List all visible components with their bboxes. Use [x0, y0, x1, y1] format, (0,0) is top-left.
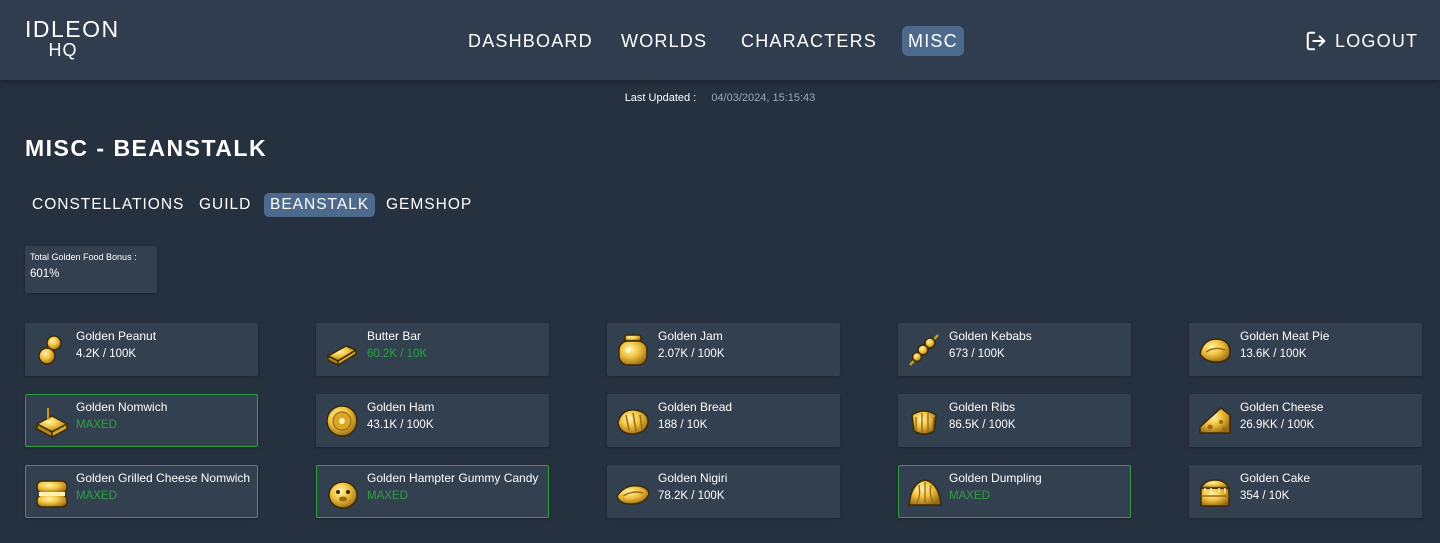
- food-amount: 86.5K / 100K: [949, 419, 1016, 431]
- food-name: Golden Ham: [367, 400, 435, 414]
- jam-jar-icon: [618, 334, 648, 366]
- ham-icon: [326, 405, 358, 437]
- nigiri-icon: [616, 484, 650, 505]
- food-name: Butter Bar: [367, 329, 422, 343]
- kebab-icon: [909, 334, 939, 366]
- bonus-label: Total Golden Food Bonus :: [30, 252, 137, 262]
- golden-food-bonus-card: Total Golden Food Bonus : 601%: [25, 246, 157, 293]
- food-name: Golden Peanut: [76, 329, 157, 343]
- food-card-golden-cake[interactable]: Golden Cake 354 / 10K: [1189, 465, 1422, 518]
- food-card-golden-nomwich[interactable]: Golden Nomwich MAXED: [25, 394, 258, 447]
- food-card-golden-dumpling[interactable]: Golden Dumpling MAXED: [898, 465, 1131, 518]
- food-name: Golden Bread: [658, 400, 733, 414]
- food-name: Golden Kebabs: [949, 329, 1032, 343]
- food-amount: MAXED: [76, 490, 117, 502]
- food-name: Golden Dumpling: [949, 471, 1042, 485]
- food-card-golden-jam[interactable]: Golden Jam 2.07K / 100K: [607, 323, 840, 376]
- food-name: Golden Cake: [1240, 471, 1311, 485]
- food-amount: 673 / 100K: [949, 348, 1005, 360]
- food-amount: 2.07K / 100K: [658, 348, 725, 360]
- food-amount: 78.2K / 100K: [658, 490, 725, 502]
- tab-guild[interactable]: GUILD: [193, 193, 257, 217]
- food-card-golden-ribs[interactable]: Golden Ribs 86.5K / 100K: [898, 394, 1131, 447]
- logout-icon: [1306, 31, 1326, 51]
- last-updated-label: Last Updated :: [624, 92, 697, 104]
- food-card-golden-peanut[interactable]: Golden Peanut 4.2K / 100K: [25, 323, 258, 376]
- food-name: Golden Nomwich: [76, 400, 168, 414]
- peanut-icon: [38, 335, 62, 365]
- food-amount: 4.2K / 100K: [76, 348, 137, 360]
- food-card-butter-bar[interactable]: Butter Bar 60.2K / 10K: [316, 323, 549, 376]
- food-name: Golden Cheese: [1240, 400, 1324, 414]
- ribs-icon: [911, 410, 937, 435]
- meat-pie-icon: [1199, 338, 1231, 363]
- nav-misc[interactable]: MISC: [902, 26, 964, 56]
- bread-icon: [617, 409, 649, 435]
- food-amount: 13.6K / 100K: [1240, 348, 1307, 360]
- food-card-golden-kebabs[interactable]: Golden Kebabs 673 / 100K: [898, 323, 1131, 376]
- nav-characters[interactable]: CHARACTERS: [735, 26, 883, 56]
- tab-beanstalk[interactable]: BEANSTALK: [264, 193, 376, 217]
- nav-worlds[interactable]: WORLDS: [615, 26, 713, 56]
- logout-label: LOGOUT: [1335, 30, 1419, 51]
- food-amount: 26.9KK / 100K: [1240, 419, 1315, 431]
- food-card-golden-ham[interactable]: Golden Ham 43.1K / 100K: [316, 394, 549, 447]
- cake-icon: [1199, 479, 1231, 507]
- food-card-golden-cheese[interactable]: Golden Cheese 26.9KK / 100K: [1189, 394, 1422, 447]
- page-title: MISC - BEANSTALK: [25, 135, 268, 161]
- bonus-value: 601%: [30, 268, 60, 280]
- food-name: Golden Grilled Cheese Nomwich: [76, 471, 251, 485]
- last-updated: Last Updated : 04/03/2024, 15:15:43: [0, 92, 1440, 104]
- nav-dashboard[interactable]: DASHBOARD: [462, 26, 599, 56]
- top-navigation-bar: IDLEON HQ DASHBOARD WORLDS CHARACTERS MI…: [0, 0, 1440, 80]
- food-name: Golden Jam: [658, 329, 723, 343]
- food-card-golden-hampter-gummy-candy[interactable]: Golden Hampter Gummy Candy MAXED: [316, 465, 549, 518]
- tab-constellations[interactable]: CONSTELLATIONS: [26, 193, 190, 217]
- food-card-golden-grilled-cheese-nomwich[interactable]: Golden Grilled Cheese Nomwich MAXED: [25, 465, 258, 518]
- food-amount: 188 / 10K: [658, 419, 708, 431]
- logout-button[interactable]: LOGOUT: [1305, 29, 1418, 53]
- dumpling-icon: [908, 479, 942, 506]
- grilled-cheese-icon: [36, 480, 68, 508]
- food-name: Golden Meat Pie: [1240, 329, 1330, 343]
- food-card-golden-meat-pie[interactable]: Golden Meat Pie 13.6K / 100K: [1189, 323, 1422, 376]
- food-amount: MAXED: [367, 490, 408, 502]
- gummy-candy-icon: [328, 481, 358, 509]
- tab-gemshop[interactable]: GEMSHOP: [380, 193, 478, 217]
- main-nav: DASHBOARD WORLDS CHARACTERS MISC: [0, 26, 1440, 56]
- food-amount: MAXED: [949, 490, 990, 502]
- nomwich-icon: [35, 408, 69, 439]
- food-name: Golden Ribs: [949, 400, 1016, 414]
- butter-bar-icon: [326, 345, 358, 367]
- food-card-golden-nigiri[interactable]: Golden Nigiri 78.2K / 100K: [607, 465, 840, 518]
- food-amount: 60.2K / 10K: [367, 348, 428, 360]
- cheese-icon: [1199, 407, 1231, 434]
- food-amount: 43.1K / 100K: [367, 419, 434, 431]
- food-name: Golden Hampter Gummy Candy: [367, 471, 539, 485]
- last-updated-value: 04/03/2024, 15:15:43: [711, 92, 816, 104]
- food-amount: 354 / 10K: [1240, 490, 1290, 502]
- food-card-golden-bread[interactable]: Golden Bread 188 / 10K: [607, 394, 840, 447]
- food-amount: MAXED: [76, 419, 117, 431]
- food-name: Golden Nigiri: [658, 471, 728, 485]
